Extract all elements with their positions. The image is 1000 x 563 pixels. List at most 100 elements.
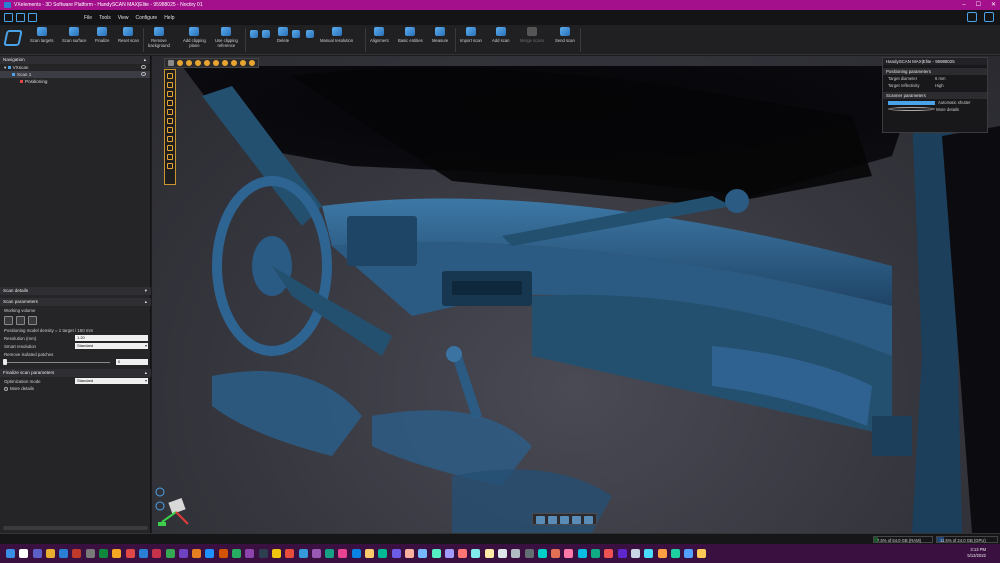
- optimization-mode-select[interactable]: Standard: [75, 378, 148, 384]
- taskbar-app-icon[interactable]: [418, 549, 428, 558]
- merge-scans-button[interactable]: Merge scans: [520, 27, 544, 43]
- minimize-icon[interactable]: –: [962, 0, 965, 10]
- delete-tool-icon[interactable]: [250, 30, 258, 40]
- taskbar-app-icon[interactable]: [112, 549, 122, 558]
- tree-item-scan[interactable]: Scan 1: [0, 71, 150, 78]
- selection-icon[interactable]: [168, 60, 174, 66]
- taskbar-app-icon[interactable]: [511, 549, 521, 558]
- render-mode-icon[interactable]: [536, 516, 545, 524]
- taskbar-app-icon[interactable]: [537, 549, 547, 558]
- taskbar-app-icon[interactable]: [458, 549, 468, 558]
- taskbar-app-icon[interactable]: [644, 549, 654, 558]
- taskbar-app-icon[interactable]: [99, 549, 109, 558]
- solid-view-icon[interactable]: [548, 516, 557, 524]
- delete-tool-icon[interactable]: [292, 30, 300, 40]
- taskbar-app-icon[interactable]: [391, 549, 401, 558]
- taskbar-app-icon[interactable]: [351, 549, 361, 558]
- smart-resolution-select[interactable]: Standard: [75, 343, 148, 349]
- texture-icon[interactable]: [584, 516, 593, 524]
- taskbar-app-icon[interactable]: [497, 549, 507, 558]
- volume-small-icon[interactable]: [4, 315, 13, 325]
- taskbar-app-icon[interactable]: [684, 549, 694, 558]
- info-more-details-toggle[interactable]: More details: [883, 106, 987, 113]
- import-scan-button[interactable]: Import scan: [460, 27, 482, 43]
- brush-icon[interactable]: [167, 100, 173, 106]
- taskbar-app-icon[interactable]: [59, 549, 69, 558]
- taskbar-app-icon[interactable]: [138, 549, 148, 558]
- taskbar-app-icon[interactable]: [205, 549, 215, 558]
- taskbar-app-icon[interactable]: [72, 549, 82, 558]
- taskbar-app-icon[interactable]: [218, 549, 228, 558]
- taskbar-app-icon[interactable]: [271, 549, 281, 558]
- sphere-icon[interactable]: [186, 60, 192, 66]
- delete-tool-icon[interactable]: [262, 30, 270, 40]
- panel-scrollbar[interactable]: [3, 526, 148, 530]
- sphere-icon[interactable]: [231, 60, 237, 66]
- scan-targets-button[interactable]: Scan targets: [30, 27, 54, 43]
- transparency-icon[interactable]: [572, 516, 581, 524]
- delete-select-icon[interactable]: [167, 163, 173, 169]
- cube-view-icon[interactable]: [560, 516, 569, 524]
- menu-tools[interactable]: Tools: [99, 15, 111, 21]
- taskbar-app-icon[interactable]: [298, 549, 308, 558]
- subtract-select-icon[interactable]: [167, 145, 173, 151]
- checkbox-icon[interactable]: [888, 100, 935, 105]
- scan-surface-button[interactable]: Scan surface: [62, 27, 86, 43]
- menu-configure[interactable]: Configure: [136, 15, 158, 21]
- sphere-icon[interactable]: [213, 60, 219, 66]
- taskbar-app-icon[interactable]: [577, 549, 587, 558]
- menu-help[interactable]: Help: [164, 15, 174, 21]
- positioning-params-header[interactable]: Positioning parameters: [883, 68, 987, 75]
- taskbar-app-icon[interactable]: [564, 549, 574, 558]
- system-clock[interactable]: 3:13 PM 5/13/2022: [967, 547, 986, 559]
- plane-icon[interactable]: [195, 60, 201, 66]
- taskbar-app-icon[interactable]: [232, 549, 242, 558]
- taskbar-app-icon[interactable]: [85, 549, 95, 558]
- delete-tool-icon[interactable]: [306, 30, 314, 40]
- auto-shutter-checkbox[interactable]: Automatic shutter: [883, 99, 987, 106]
- taskbar-app-icon[interactable]: [32, 549, 42, 558]
- volume-medium-icon[interactable]: [16, 315, 25, 325]
- axis-gizmo[interactable]: [154, 486, 194, 530]
- scan-details-header[interactable]: Scan details ▾: [0, 287, 151, 295]
- sphere-icon[interactable]: [249, 60, 255, 66]
- add-clipping-plane-button[interactable]: Add clipping plane: [183, 27, 206, 48]
- taskbar-app-icon[interactable]: [591, 549, 601, 558]
- taskbar-app-icon[interactable]: [325, 549, 335, 558]
- finalize-parameters-header[interactable]: Finalize scan parameters ▴: [0, 369, 151, 377]
- taskbar-app-icon[interactable]: [285, 549, 295, 558]
- taskbar-app-icon[interactable]: [245, 549, 255, 558]
- freeform-select-icon[interactable]: [167, 109, 173, 115]
- taskbar-app-icon[interactable]: [484, 549, 494, 558]
- slider-handle[interactable]: [3, 359, 7, 365]
- taskbar-app-icon[interactable]: [258, 549, 268, 558]
- basic-entities-button[interactable]: Basic entities: [398, 27, 423, 43]
- settings-icon[interactable]: [984, 12, 994, 22]
- taskbar-app-icon[interactable]: [524, 549, 534, 558]
- remove-background-button[interactable]: Remove background: [148, 27, 170, 48]
- maximize-icon[interactable]: ☐: [976, 0, 981, 10]
- windows-start-icon[interactable]: [6, 549, 15, 558]
- more-details-toggle[interactable]: More details: [0, 385, 151, 392]
- taskbar-app-icon[interactable]: [551, 549, 561, 558]
- sphere-icon[interactable]: [240, 60, 246, 66]
- visibility-eye-icon[interactable]: [141, 72, 146, 76]
- measure-button[interactable]: Measure: [432, 27, 448, 43]
- delete-button[interactable]: Delete: [277, 27, 289, 43]
- expand-circle-icon[interactable]: [4, 386, 8, 391]
- panel-collapse-icon[interactable]: ▴: [144, 56, 146, 64]
- lasso-icon[interactable]: [167, 73, 173, 79]
- scanner-status-icon[interactable]: [967, 12, 977, 22]
- add-select-icon[interactable]: [167, 136, 173, 142]
- expand-circle-icon[interactable]: [888, 107, 935, 111]
- taskbar-app-icon[interactable]: [657, 549, 667, 558]
- taskbar-app-icon[interactable]: [311, 549, 321, 558]
- taskbar-app-icon[interactable]: [617, 549, 627, 558]
- taskbar-app-icon[interactable]: [152, 549, 162, 558]
- taskbar-app-icon[interactable]: [365, 549, 375, 558]
- taskbar-app-icon[interactable]: [178, 549, 188, 558]
- clear-select-icon[interactable]: [167, 127, 173, 133]
- volume-large-icon[interactable]: [28, 315, 37, 325]
- use-clipping-reference-button[interactable]: Use clipping reference: [215, 27, 238, 48]
- sphere-icon[interactable]: [222, 60, 228, 66]
